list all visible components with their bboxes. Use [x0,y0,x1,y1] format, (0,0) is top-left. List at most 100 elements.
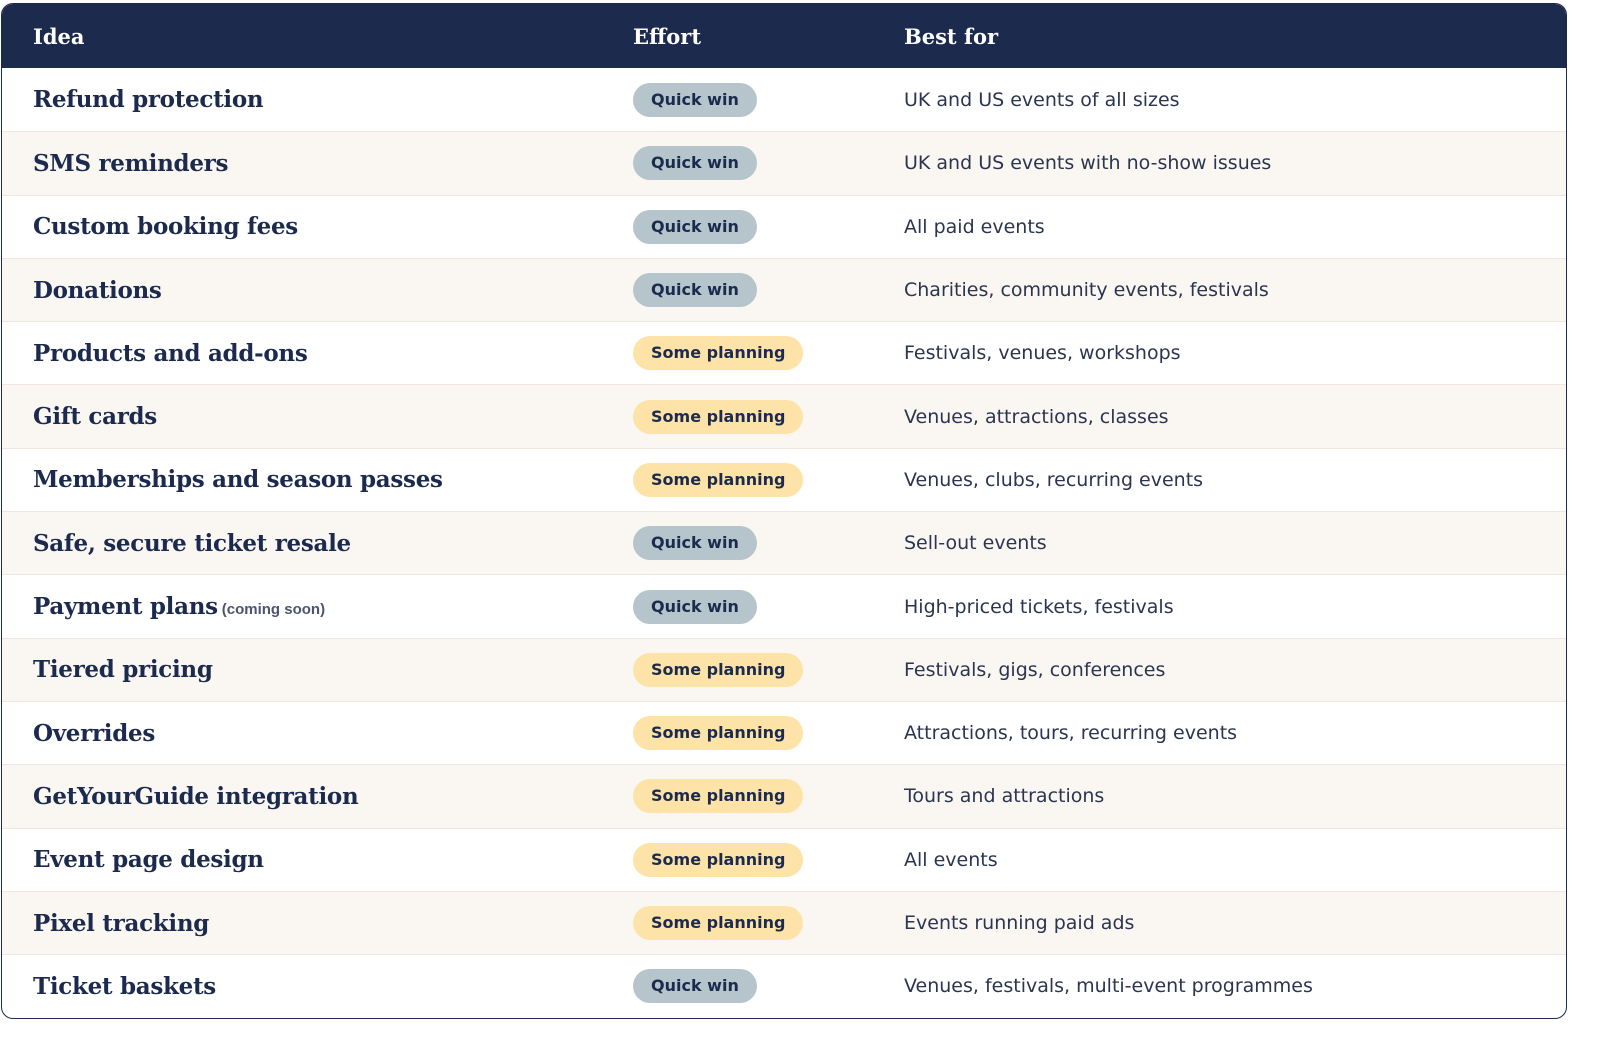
table-body: Refund protection Quick win UK and US even… [2,68,1566,1017]
best-for-text: Charities, community events, festivals [904,279,1269,302]
effort-badge: Some planning [633,779,804,814]
idea-title: Refund protection [33,86,264,114]
best-for-cell: Venues, clubs, recurring events [904,469,1566,491]
effort-badge: Some planning [633,716,804,751]
idea-cell: Overrides [2,720,633,747]
effort-badge: Quick win [633,273,757,308]
best-for-text: Attractions, tours, recurring events [904,722,1238,745]
idea-title: Overrides [33,719,155,747]
table-row: GetYourGuide integration Some planning Tou… [2,764,1566,828]
effort-badge: Some planning [633,336,804,371]
best-for-text: All paid events [904,215,1045,238]
idea-title: Memberships and season passes [33,466,443,494]
effort-badge: Quick win [633,526,757,561]
table-row: Memberships and season passes Some planni… [2,447,1566,511]
effort-badge: Quick win [633,82,757,117]
effort-badge: Some planning [633,906,804,940]
effort-cell: Some planning [633,336,904,371]
table-row: Tiered pricing Some planning Festivals, gi… [2,637,1566,701]
effort-cell: Some planning [633,906,904,940]
table-row: Refund protection Quick win UK and US even… [2,68,1566,131]
effort-badge: Quick win [633,209,757,244]
idea-title: Safe, secure ticket resale [33,529,351,557]
idea-cell: Products and add-ons [2,340,633,367]
table-row: Donations Quick win Charities, community e… [2,257,1566,322]
table-row: Pixel tracking Some planning Events runnin… [2,890,1566,955]
best-for-cell: All paid events [904,216,1566,238]
best-for-text: Venues, festivals, multi-event programme… [904,975,1313,998]
effort-cell: Some planning [633,399,904,434]
idea-cell: SMS reminders [2,150,633,177]
effort-cell: Quick win [633,209,904,244]
idea-note: (coming soon) [221,601,326,619]
best-for-cell: Festivals, gigs, conferences [904,659,1566,681]
effort-badge: Quick win [633,969,757,1004]
idea-cell: Event page design [2,846,633,873]
best-for-text: UK and US events with no-show issues [904,152,1272,175]
effort-cell: Some planning [633,716,904,751]
effort-badge: Quick win [633,589,757,624]
idea-title: Payment plans [33,593,218,621]
best-for-text: All events [904,848,998,871]
header-idea: Idea [33,23,85,49]
effort-badge: Some planning [633,462,804,497]
idea-cell: Gift cards [2,403,633,430]
idea-cell: Custom booking fees [2,213,633,240]
best-for-cell: Festivals, venues, workshops [904,342,1566,364]
idea-title: Event page design [33,846,264,874]
best-for-cell: Charities, community events, festivals [904,279,1566,301]
best-for-text: Sell-out events [904,532,1047,555]
table-header: Idea Effort Best for [2,4,1566,68]
effort-cell: Quick win [633,589,904,624]
effort-cell: Quick win [633,146,904,181]
best-for-text: High-priced tickets, festivals [904,595,1174,618]
table-row: SMS reminders Quick win UK and US events w… [2,131,1566,195]
idea-cell: Tiered pricing [2,656,633,683]
idea-cell: Donations [2,277,633,304]
best-for-text: Venues, attractions, classes [904,405,1169,428]
best-for-text: UK and US events of all sizes [904,88,1180,111]
best-for-cell: Attractions, tours, recurring events [904,722,1566,744]
table-row: Event page design Some planning All events [2,827,1566,891]
idea-cell: Ticket baskets [2,973,633,1000]
idea-title: Custom booking fees [33,213,298,241]
best-for-cell: UK and US events of all sizes [904,89,1566,111]
best-for-text: Tours and attractions [904,785,1105,808]
best-for-cell: All events [904,849,1566,871]
header-best-for: Best for [904,23,999,49]
effort-cell: Some planning [633,652,904,687]
idea-title: Donations [33,276,162,304]
table-row: Custom booking fees Quick win All paid eve… [2,194,1566,258]
best-for-cell: Venues, attractions, classes [904,406,1566,428]
header-effort: Effort [633,23,702,49]
idea-title: GetYourGuide integration [33,782,359,810]
effort-cell: Some planning [633,779,904,814]
idea-title: SMS reminders [33,149,229,177]
idea-cell: Payment plans (coming soon) [2,593,633,620]
idea-cell: Pixel tracking [2,910,633,937]
idea-cell: Refund protection [2,86,633,113]
best-for-text: Festivals, venues, workshops [904,342,1181,365]
idea-title: Tiered pricing [33,656,213,684]
best-for-cell: Tours and attractions [904,785,1566,807]
table-row: Ticket baskets Quick win Venues, festivals… [2,954,1566,1017]
effort-cell: Some planning [633,842,904,877]
best-for-cell: UK and US events with no-show issues [904,152,1566,174]
effort-cell: Quick win [633,82,904,117]
effort-badge: Some planning [633,652,804,687]
best-for-text: Festivals, gigs, conferences [904,658,1166,681]
effort-badge: Some planning [633,842,804,877]
idea-cell: GetYourGuide integration [2,783,633,810]
table-row: Products and add-ons Some planning Festiva… [2,321,1566,384]
table-row: Payment plans (coming soon) Quick win High-… [2,574,1566,637]
table-row: Gift cards Some planning Venues, attractio… [2,384,1566,448]
table-row: Safe, secure ticket resale Quick win Sell-… [2,511,1566,575]
effort-cell: Some planning [633,462,904,497]
best-for-text: Events running paid ads [904,912,1135,934]
best-for-cell: Venues, festivals, multi-event programme… [904,975,1566,997]
effort-cell: Quick win [633,526,904,561]
idea-cell: Memberships and season passes [2,466,633,493]
best-for-cell: High-priced tickets, festivals [904,596,1566,618]
idea-title: Pixel tracking [33,909,210,937]
table-row: Overrides Some planning Attractions, tours… [2,700,1566,764]
